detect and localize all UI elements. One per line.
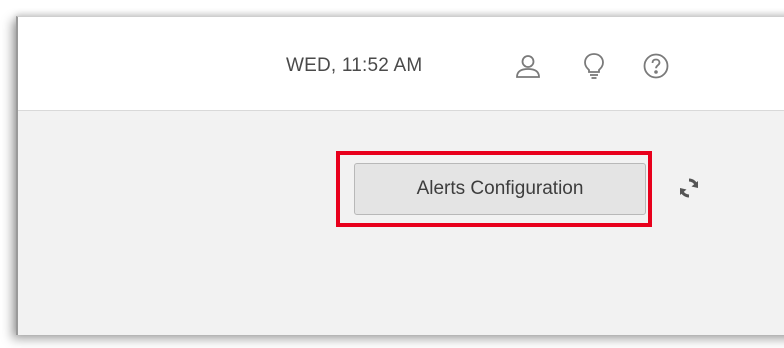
lightbulb-icon[interactable]	[579, 51, 609, 81]
main-content: Alerts Configuration	[18, 111, 784, 335]
help-icon[interactable]	[641, 51, 671, 81]
alerts-configuration-button[interactable]: Alerts Configuration	[354, 163, 646, 215]
datetime-display: WED, 11:52 AM	[286, 55, 423, 76]
app-window: WED, 11:52 AM Alerts Configuration	[16, 16, 784, 335]
user-icon[interactable]	[513, 51, 543, 81]
refresh-icon[interactable]	[676, 175, 702, 201]
screenshot-stage: WED, 11:52 AM Alerts Configuration	[0, 0, 784, 348]
top-bar: WED, 11:52 AM	[18, 17, 784, 111]
